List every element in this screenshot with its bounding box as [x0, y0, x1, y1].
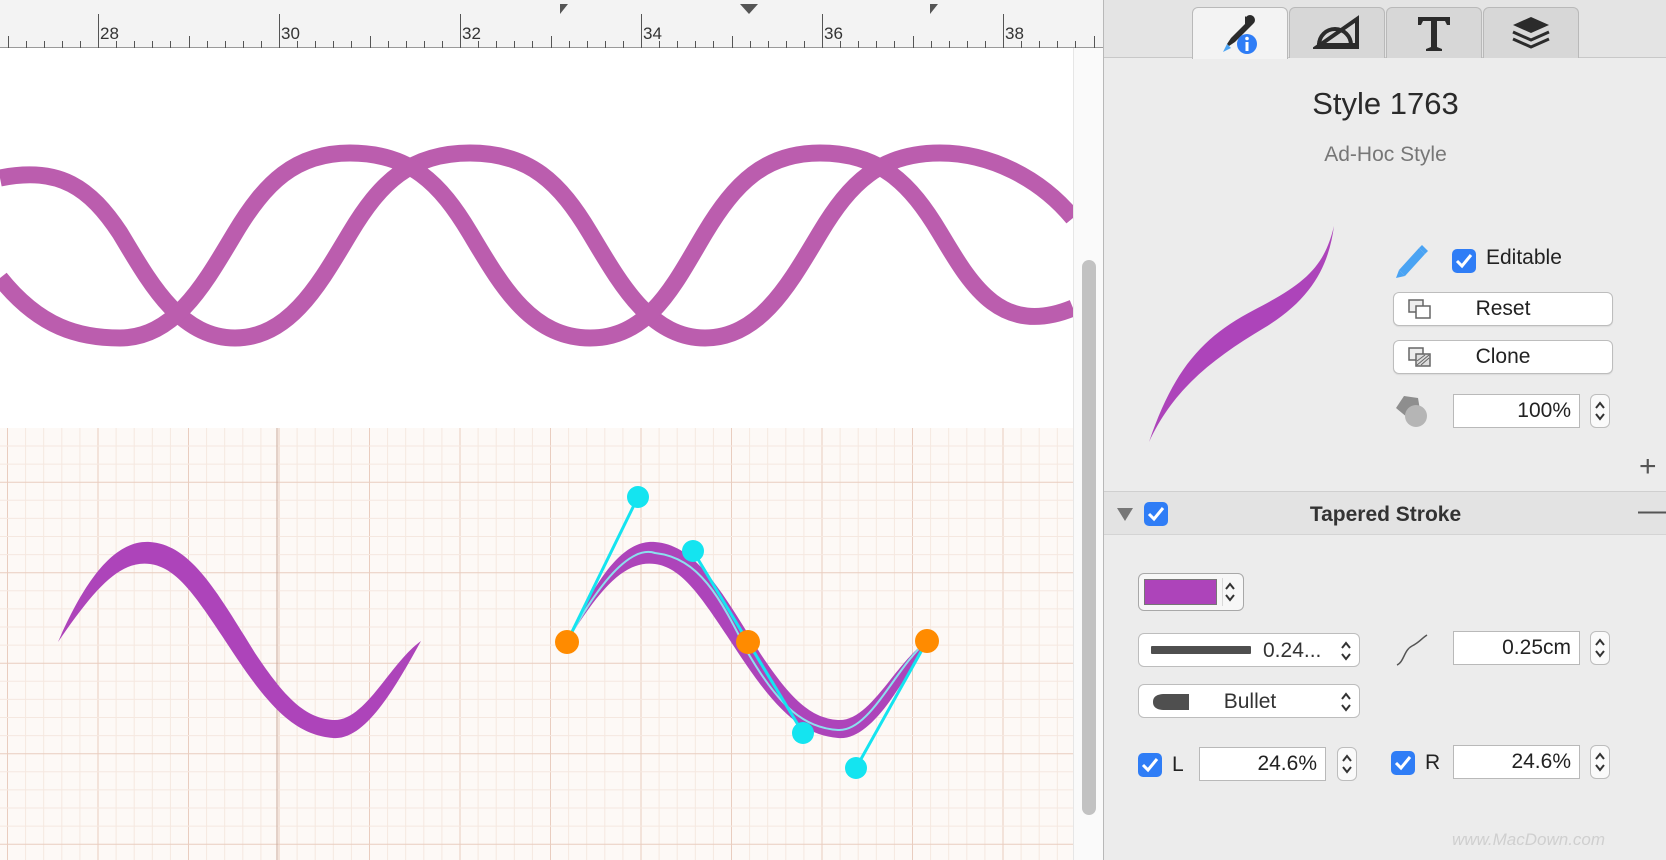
bezier-handle-3[interactable] — [792, 722, 814, 744]
smoothness-curve-icon — [1396, 634, 1428, 666]
canvas-grid — [0, 428, 1073, 860]
style-subtitle: Ad-Hoc Style — [1324, 143, 1447, 166]
stroke-color-swatch — [1144, 579, 1217, 605]
right-taper-checkbox[interactable] — [1391, 751, 1415, 775]
watermark-text: www.MacDown.com — [1452, 830, 1606, 849]
opacity-stepper[interactable] — [1590, 394, 1610, 428]
reset-label: Reset — [1475, 297, 1531, 320]
inspector-tab-bar — [1104, 0, 1666, 59]
text-tab[interactable] — [1386, 7, 1482, 58]
ruler-marker-left — [560, 4, 568, 14]
bezier-handle-2[interactable] — [682, 540, 704, 562]
clone-button[interactable]: Clone — [1393, 340, 1613, 374]
cap-style-popup[interactable]: Bullet — [1138, 684, 1360, 718]
bezier-handle-1[interactable] — [627, 486, 649, 508]
ruler-label-30: 30 — [281, 24, 300, 43]
right-taper-field[interactable]: 24.6% — [1453, 745, 1580, 779]
ruler-label-38: 38 — [1005, 24, 1024, 43]
color-popup-arrows-icon — [1222, 578, 1235, 606]
popup-arrows-icon — [1341, 692, 1351, 712]
braid-gap-3 — [513, 226, 541, 256]
stepper-arrows-icon — [1595, 638, 1605, 658]
layers-icon — [1512, 17, 1550, 49]
popup-arrows-icon — [1341, 641, 1351, 661]
drawing-canvas[interactable] — [0, 48, 1103, 860]
text-T-icon — [1418, 17, 1450, 51]
stroke-color-well[interactable] — [1138, 573, 1244, 611]
pencil-icon — [1396, 245, 1428, 278]
braided-pattern-shape[interactable] — [0, 144, 1080, 347]
ruler-marker-center — [740, 4, 758, 14]
clone-stack-icon — [1408, 347, 1431, 367]
opacity-field[interactable]: 100% — [1453, 394, 1580, 428]
braid-gap-5 — [753, 226, 781, 256]
layers-tab[interactable] — [1483, 7, 1579, 58]
style-tab[interactable] — [1192, 7, 1288, 59]
remove-effect-button[interactable]: — — [1638, 496, 1666, 526]
horizontal-ruler[interactable]: 28 30 32 34 36 38 — [0, 0, 1103, 48]
ruler-marker-right — [930, 4, 938, 14]
vertical-scrollbar-thumb[interactable] — [1082, 260, 1096, 815]
ruler-label-34: 34 — [643, 24, 662, 43]
right-taper-label: R — [1425, 751, 1441, 774]
smoothness-field[interactable]: 0.25cm — [1453, 631, 1580, 665]
anchor-point-end[interactable] — [915, 629, 939, 653]
editable-label: Editable — [1486, 246, 1562, 269]
anchor-point-middle[interactable] — [736, 630, 760, 654]
inspector-panel: Style 1763 Ad-Hoc Style Editable Reset C… — [1103, 0, 1666, 860]
stepper-arrows-icon — [1595, 752, 1605, 772]
reset-button[interactable]: Reset — [1393, 292, 1613, 326]
style-preview-stroke — [1149, 226, 1334, 442]
protractor-icon — [1313, 15, 1359, 49]
right-taper-stepper[interactable] — [1590, 745, 1610, 779]
stroke-width-popup[interactable]: 0.24... — [1138, 633, 1360, 667]
braid-gap-1 — [163, 226, 191, 256]
geometry-tab[interactable] — [1289, 7, 1385, 58]
left-taper-label: L — [1172, 753, 1184, 776]
braid-gap-6 — [873, 222, 901, 252]
stepper-arrows-icon — [1342, 754, 1352, 774]
ruler-label-36: 36 — [824, 24, 843, 43]
cap-style-value: Bullet — [1223, 690, 1277, 713]
stepper-arrows-icon — [1595, 401, 1605, 421]
style-title: Style 1763 — [1312, 86, 1459, 121]
ruler-ticks — [8, 4, 1095, 48]
style-stack-icon — [1408, 299, 1431, 319]
opacity-icon — [1396, 396, 1427, 427]
left-taper-stepper[interactable] — [1337, 747, 1357, 781]
eyedropper-info-icon — [1223, 14, 1257, 54]
left-taper-checkbox[interactable] — [1138, 753, 1162, 777]
left-taper-field[interactable]: 24.6% — [1199, 747, 1326, 781]
anchor-point-start[interactable] — [555, 630, 579, 654]
braid-gap-2 — [398, 222, 426, 252]
canvas-drawing[interactable] — [0, 48, 1103, 860]
editable-checkbox[interactable] — [1452, 249, 1476, 273]
add-effect-button[interactable]: + — [1639, 452, 1657, 482]
stroke-width-line-icon — [1151, 646, 1251, 654]
ruler-label-32: 32 — [462, 24, 481, 43]
ruler-label-28: 28 — [100, 24, 119, 43]
bezier-handle-4[interactable] — [845, 757, 867, 779]
stroke-width-value: 0.24... — [1263, 639, 1322, 662]
smoothness-stepper[interactable] — [1590, 631, 1610, 665]
braid-gap-4 — [638, 222, 666, 252]
tapered-stroke-title: Tapered Stroke — [1309, 503, 1462, 526]
clone-label: Clone — [1475, 345, 1531, 368]
tapered-stroke-section-header: Tapered Stroke — — [1104, 491, 1666, 535]
